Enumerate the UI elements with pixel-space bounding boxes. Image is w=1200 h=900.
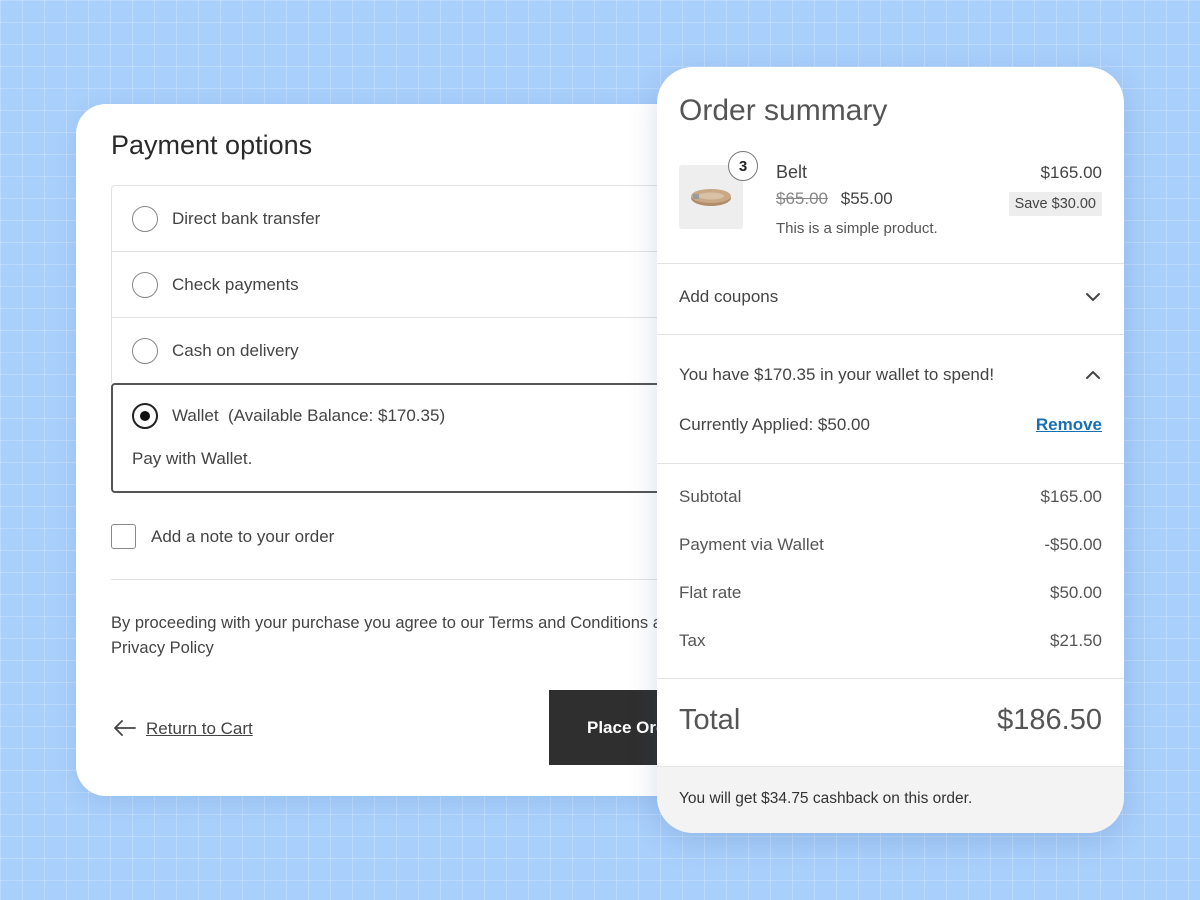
- radio-wallet[interactable]: [132, 403, 158, 429]
- order-summary-card: Order summary 3 Belt $65.00 $55.00 This …: [657, 67, 1124, 833]
- totals-label: Subtotal: [679, 487, 742, 506]
- payment-option-label: Cash on delivery: [172, 340, 299, 360]
- payment-option-label: Direct bank transfer: [172, 208, 321, 228]
- payment-option-bank-transfer[interactable]: Direct bank transfer: [111, 185, 716, 251]
- remove-wallet-link[interactable]: Remove: [1036, 415, 1102, 435]
- product-description: This is a simple product.: [776, 220, 938, 237]
- totals-label: Flat rate: [679, 583, 742, 602]
- divider: [657, 263, 1124, 264]
- radio-cash-on-delivery[interactable]: [132, 337, 158, 364]
- chevron-down-icon[interactable]: [1084, 288, 1102, 306]
- arrow-left-icon: [114, 716, 136, 742]
- wallet-applied-row: Currently Applied: $50.00 Remove: [679, 415, 1102, 435]
- order-total-row: Total $186.50: [679, 704, 1102, 737]
- product-prices: $65.00 $55.00: [776, 189, 893, 209]
- add-coupons-toggle[interactable]: Add coupons: [679, 287, 1102, 307]
- terms-text: By proceeding with your purchase you agr…: [111, 614, 681, 657]
- divider: [657, 678, 1124, 679]
- totals-list: Subtotal $165.00 Payment via Wallet -$50…: [679, 487, 1102, 679]
- product-name: Belt: [776, 162, 808, 182]
- add-coupons-label: Add coupons: [679, 287, 779, 306]
- divider: [657, 463, 1124, 464]
- payment-option-label: Wallet (Available Balance: $170.35): [172, 406, 446, 425]
- totals-label: Payment via Wallet: [679, 535, 824, 554]
- product-old-price: $65.00: [776, 189, 828, 208]
- totals-value: $21.50: [1050, 631, 1102, 650]
- totals-row-wallet: Payment via Wallet -$50.00: [679, 535, 1102, 583]
- totals-row-shipping: Flat rate $50.00: [679, 583, 1102, 631]
- payment-options-card: Payment options Direct bank transfer Che…: [76, 104, 716, 796]
- payment-option-wallet[interactable]: Wallet (Available Balance: $170.35) Pay …: [111, 383, 716, 493]
- order-note-toggle[interactable]: Add a note to your order: [111, 524, 334, 549]
- cashback-notice: You will get $34.75 cashback on this ord…: [657, 766, 1124, 833]
- payment-methods-list: Direct bank transfer Check payments Cash…: [111, 185, 716, 493]
- payment-option-check[interactable]: Check payments: [111, 251, 716, 317]
- savings-badge: Save $30.00: [1008, 192, 1102, 216]
- order-note-label: Add a note to your order: [151, 526, 335, 546]
- divider: [657, 334, 1124, 335]
- order-note-checkbox[interactable]: [111, 524, 136, 549]
- divider: [111, 579, 716, 580]
- return-to-cart-label: Return to Cart: [146, 719, 253, 738]
- radio-check-payments[interactable]: [132, 271, 158, 298]
- totals-row-tax: Tax $21.50: [679, 631, 1102, 679]
- wallet-applied-text: Currently Applied: $50.00: [679, 415, 870, 434]
- totals-row-subtotal: Subtotal $165.00: [679, 487, 1102, 535]
- chevron-up-icon[interactable]: [1084, 366, 1102, 384]
- wallet-description: Pay with Wallet.: [132, 449, 253, 468]
- order-total-value: $186.50: [997, 704, 1102, 736]
- wallet-spend-toggle[interactable]: You have $170.35 in your wallet to spend…: [679, 365, 1102, 385]
- quantity-badge: 3: [728, 151, 758, 181]
- totals-value: $50.00: [1050, 583, 1102, 602]
- order-summary-title: Order summary: [679, 94, 888, 127]
- radio-bank-transfer[interactable]: [132, 205, 158, 232]
- order-total-label: Total: [679, 704, 741, 736]
- wallet-balance-text: You have $170.35 in your wallet to spend…: [679, 365, 995, 384]
- product-price: $55.00: [840, 189, 893, 208]
- payment-option-label: Check payments: [172, 274, 299, 294]
- totals-value: -$50.00: [1044, 535, 1102, 554]
- payment-options-title: Payment options: [111, 130, 313, 160]
- payment-option-cod[interactable]: Cash on delivery: [111, 317, 716, 383]
- totals-value: $165.00: [1040, 487, 1102, 506]
- totals-label: Tax: [679, 631, 706, 650]
- product-line-total: $165.00: [1040, 163, 1102, 182]
- return-to-cart-link[interactable]: Return to Cart: [114, 716, 253, 742]
